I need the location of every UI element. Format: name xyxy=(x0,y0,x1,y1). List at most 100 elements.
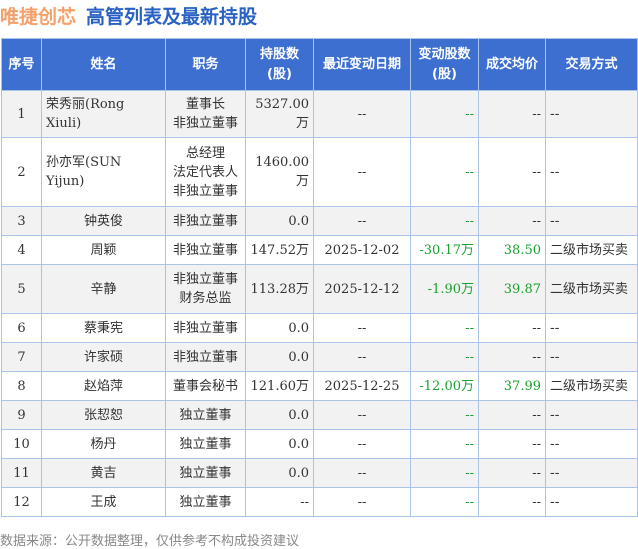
change-shares: -- xyxy=(410,90,479,138)
change-shares: -- xyxy=(410,137,479,207)
executive-position: 独立董事 xyxy=(165,429,246,459)
position-line: 独立董事 xyxy=(179,407,232,423)
avg-price: 37.99 xyxy=(478,371,546,401)
shares-held: 0.0 xyxy=(245,429,314,459)
executive-name: 辛静 xyxy=(41,264,166,314)
position-line: 总经理 xyxy=(185,145,225,161)
header-label: 交易方式 xyxy=(565,56,618,72)
executive-name: 黄吉 xyxy=(41,458,166,488)
data-source-note: 数据来源：公开数据整理，仅供参考不构成投资建议 xyxy=(0,534,300,549)
change-date: -- xyxy=(313,206,411,236)
trade-method: -- xyxy=(545,90,638,138)
change-shares: -- xyxy=(410,429,479,459)
shares-held: 0.0 xyxy=(245,206,314,236)
executive-name: 许家硕 xyxy=(41,342,166,372)
avg-price: -- xyxy=(478,487,546,517)
avg-price: -- xyxy=(478,400,546,430)
executive-name: 荣秀丽(Rong Xiuli) xyxy=(41,90,166,138)
table-row: 9 张恝恕 独立董事 0.0 -- -- -- -- xyxy=(1,400,638,430)
executive-name: 蔡秉宪 xyxy=(41,313,166,343)
table-row: 12 王成 独立董事 -- -- -- -- -- xyxy=(1,487,638,517)
avg-price: 39.87 xyxy=(478,264,546,314)
change-shares: -- xyxy=(410,206,479,236)
avg-price: -- xyxy=(478,137,546,207)
row-index: 12 xyxy=(1,487,42,517)
executive-position: 非独立董事 xyxy=(165,313,246,343)
trade-method: -- xyxy=(545,458,638,488)
header-label: 姓名 xyxy=(90,56,117,72)
col-name-header: 姓名 xyxy=(41,38,166,91)
table-row: 3 钟英俊 非独立董事 0.0 -- -- -- -- xyxy=(1,206,638,236)
executive-name: 孙亦军(SUN Yijun) xyxy=(41,137,166,207)
change-shares: -- xyxy=(410,458,479,488)
header-label: 序号 xyxy=(8,56,35,72)
change-date: -- xyxy=(313,487,411,517)
position-line: 非独立董事 xyxy=(172,242,238,258)
row-index: 1 xyxy=(1,90,42,138)
trade-method: 二级市场买卖 xyxy=(545,264,638,314)
table-row: 5 辛静 非独立董事 财务总监 113.28万 2025-12-12 -1.90万 39.87… xyxy=(1,264,638,314)
trade-method: -- xyxy=(545,342,638,372)
table-row: 4 周颖 非独立董事 147.52万 2025-12-02 -30.17万 38.50 二级市… xyxy=(1,235,638,265)
executive-name: 张恝恕 xyxy=(41,400,166,430)
position-line: 非独立董事 xyxy=(172,213,238,229)
position-line: 财务总监 xyxy=(179,291,232,306)
avg-price: -- xyxy=(478,458,546,488)
row-index: 10 xyxy=(1,429,42,459)
executive-position: 独立董事 xyxy=(165,487,246,517)
change-date: -- xyxy=(313,400,411,430)
shares-held: 0.0 xyxy=(245,400,314,430)
change-date: -- xyxy=(313,137,411,207)
row-index: 9 xyxy=(1,400,42,430)
position-line: 独立董事 xyxy=(179,436,232,452)
executive-position: 独立董事 xyxy=(165,400,246,430)
position-line: 独立董事 xyxy=(179,494,232,510)
header-label: (股) xyxy=(267,66,292,82)
avg-price: -- xyxy=(478,313,546,343)
executive-position: 董事会秘书 xyxy=(165,371,246,401)
shares-held: 0.0 xyxy=(245,313,314,343)
change-shares: -12.00万 xyxy=(410,371,479,401)
shares-held: 121.60万 xyxy=(245,371,314,401)
avg-price: -- xyxy=(478,90,546,138)
shares-held: 0.0 xyxy=(245,458,314,488)
row-index: 7 xyxy=(1,342,42,372)
position-line: 法定代表人 xyxy=(172,164,238,180)
change-shares: -- xyxy=(410,487,479,517)
change-date: -- xyxy=(313,458,411,488)
position-line: 董事长 xyxy=(185,97,225,112)
executives-table: 序号 姓名 职务 持股数 (股) 最近变动日期 变动股数 (股) 成交均价 交易方式 1 荣秀丽(R… xyxy=(1,38,638,517)
executive-position: 非独立董事 财务总监 xyxy=(165,264,246,314)
executive-name: 钟英俊 xyxy=(41,206,166,236)
executive-position: 董事长 非独立董事 xyxy=(165,90,246,138)
change-shares: -- xyxy=(410,313,479,343)
executive-position: 非独立董事 xyxy=(165,235,246,265)
change-date: 2025-12-02 xyxy=(313,235,411,265)
shares-held: 5327.00万 xyxy=(245,90,314,138)
executive-name: 杨丹 xyxy=(41,429,166,459)
position-line: 非独立董事 xyxy=(172,349,238,365)
table-row: 11 黄吉 独立董事 0.0 -- -- -- -- xyxy=(1,458,638,488)
row-index: 2 xyxy=(1,137,42,207)
col-change-date-header: 最近变动日期 xyxy=(313,38,411,91)
change-date: 2025-12-25 xyxy=(313,371,411,401)
change-date: 2025-12-12 xyxy=(313,264,411,314)
title-text: 高管列表及最新持股 xyxy=(86,6,258,28)
row-index: 4 xyxy=(1,235,42,265)
executive-name: 赵焰萍 xyxy=(41,371,166,401)
header-label: 持股数 xyxy=(259,46,299,62)
trade-method: -- xyxy=(545,429,638,459)
table-row: 7 许家硕 非独立董事 0.0 -- -- -- -- xyxy=(1,342,638,372)
executive-name: 王成 xyxy=(41,487,166,517)
trade-method: -- xyxy=(545,400,638,430)
change-shares: -30.17万 xyxy=(410,235,479,265)
shares-held: 147.52万 xyxy=(245,235,314,265)
trade-method: 二级市场买卖 xyxy=(545,371,638,401)
row-index: 8 xyxy=(1,371,42,401)
row-index: 11 xyxy=(1,458,42,488)
header-label: 最近变动日期 xyxy=(322,56,401,72)
avg-price: -- xyxy=(478,206,546,236)
col-trade-method-header: 交易方式 xyxy=(545,38,638,91)
trade-method: 二级市场买卖 xyxy=(545,235,638,265)
row-index: 3 xyxy=(1,206,42,236)
